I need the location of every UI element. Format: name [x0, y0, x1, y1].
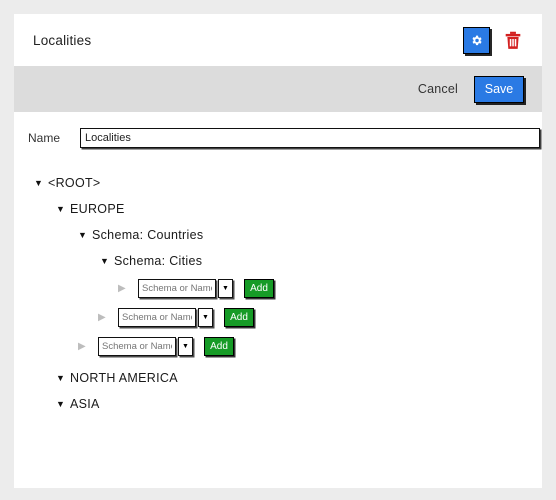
tree-node-label: EUROPE [70, 202, 125, 216]
chevron-right-icon[interactable]: ▶ [78, 341, 92, 352]
tree-node-label: Schema: Cities [114, 254, 203, 268]
chevron-right-icon[interactable]: ▶ [98, 312, 112, 323]
header-actions [463, 26, 524, 54]
chevron-down-icon[interactable]: ▼ [100, 256, 114, 266]
schema-combobox: ▼ [118, 308, 213, 327]
chevron-down-icon[interactable]: ▼ [56, 373, 70, 383]
page-title: Localities [33, 32, 92, 48]
add-button[interactable]: Add [244, 279, 274, 298]
card-header: Localities [14, 14, 542, 66]
chevron-down-icon[interactable]: ▼ [78, 230, 92, 240]
tree-node-label: <ROOT> [48, 176, 101, 190]
schema-or-name-input[interactable] [138, 279, 216, 298]
delete-button[interactable] [502, 28, 524, 52]
name-label: Name [28, 131, 61, 145]
tree-node-label: Schema: Countries [92, 228, 204, 242]
tree-node-schema-countries[interactable]: ▼ Schema: Countries [14, 222, 542, 248]
name-input[interactable] [80, 128, 540, 148]
tree-node-root[interactable]: ▼ <ROOT> [14, 170, 542, 196]
schema-combobox: ▼ [138, 279, 233, 298]
tree-node-asia[interactable]: ▼ ASIA [14, 391, 542, 417]
schema-or-name-input[interactable] [98, 337, 176, 356]
chevron-down-icon[interactable]: ▼ [56, 399, 70, 409]
localities-card: Localities Cancel Save Name Localities ▼… [14, 14, 542, 488]
trash-icon [504, 31, 522, 50]
cancel-button[interactable]: Cancel [418, 82, 458, 96]
add-entry-row: ▶ ▼ Add [14, 274, 542, 303]
chevron-down-icon[interactable]: ▼ [198, 308, 213, 327]
tree-node-label: ASIA [70, 397, 100, 411]
add-entry-row: ▶ ▼ Add [14, 303, 542, 332]
settings-button[interactable] [463, 26, 490, 54]
chevron-right-icon[interactable]: ▶ [118, 283, 132, 294]
save-button[interactable]: Save [474, 75, 524, 103]
chevron-down-icon[interactable]: ▼ [218, 279, 233, 298]
schema-combobox: ▼ [98, 337, 193, 356]
tree-node-label: NORTH AMERICA [70, 371, 178, 385]
action-toolbar: Cancel Save [14, 66, 542, 112]
add-button[interactable]: Add [204, 337, 234, 356]
tree-node-schema-cities[interactable]: ▼ Schema: Cities [14, 248, 542, 274]
schema-tree: ▼ <ROOT> ▼ EUROPE ▼ Schema: Countries ▼ … [14, 170, 542, 417]
schema-or-name-input[interactable] [118, 308, 196, 327]
tree-node-north-america[interactable]: ▼ NORTH AMERICA [14, 365, 542, 391]
chevron-down-icon[interactable]: ▼ [34, 178, 48, 188]
name-field-row: Name [14, 112, 542, 148]
chevron-down-icon[interactable]: ▼ [178, 337, 193, 356]
chevron-down-icon[interactable]: ▼ [56, 204, 70, 214]
card-body: Name ▼ <ROOT> ▼ EUROPE ▼ Schema: Countri… [14, 112, 542, 488]
gear-icon [470, 34, 483, 47]
add-entry-row: ▶ ▼ Add [14, 332, 542, 361]
add-button[interactable]: Add [224, 308, 254, 327]
tree-node-europe[interactable]: ▼ EUROPE [14, 196, 542, 222]
